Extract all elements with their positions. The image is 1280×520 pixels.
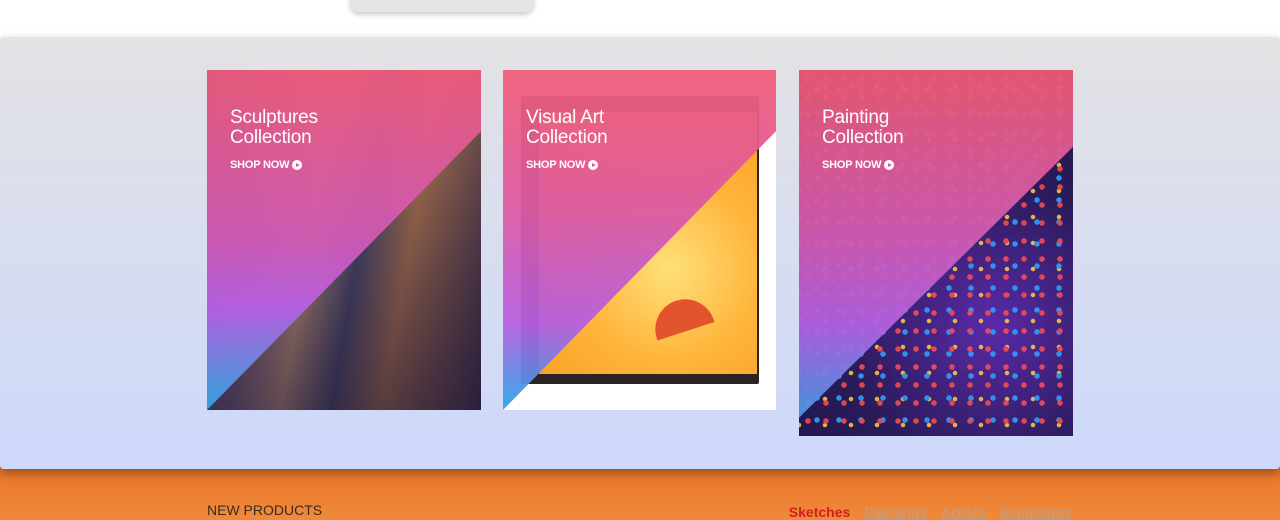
arrow-circle-right-icon (884, 160, 895, 170)
shop-now-link[interactable]: SHOP NOW (230, 159, 303, 171)
filter-tab-sketches[interactable]: Sketches (789, 504, 850, 520)
top-tab (351, 0, 533, 12)
card-text: Visual Art Collection SHOP NOW (526, 107, 608, 173)
new-products-heading: NEW PRODUCTS (207, 502, 323, 518)
arrow-circle-right-icon (292, 160, 303, 170)
card-title-line1: Painting (822, 107, 890, 128)
shop-now-label: SHOP NOW (822, 159, 882, 171)
card-title-line2: Collection (822, 127, 904, 148)
visual-art-collection-card[interactable]: Visual Art Collection SHOP NOW (503, 70, 776, 410)
arrow-circle-right-icon (588, 160, 599, 170)
card-text: Sculptures Collection SHOP NOW (230, 108, 318, 173)
shop-now-link[interactable]: SHOP NOW (822, 159, 895, 171)
card-title-line2: Collection (526, 127, 608, 148)
filter-tab-paintings[interactable]: Paintings (864, 504, 927, 520)
shop-now-link[interactable]: SHOP NOW (526, 159, 599, 171)
shop-now-label: SHOP NOW (230, 159, 290, 171)
painting-collection-card[interactable]: Painting Collection SHOP NOW (799, 70, 1073, 436)
top-strip (0, 0, 1280, 38)
sculptures-collection-card[interactable]: Sculptures Collection SHOP NOW (207, 70, 481, 410)
filter-tab-sculptures[interactable]: Sculptures (1000, 504, 1072, 520)
card-title-line2: Collection (230, 127, 312, 148)
card-title-line1: Visual Art (526, 107, 604, 128)
filter-tab-artists[interactable]: Artists (941, 504, 985, 520)
card-text: Painting Collection SHOP NOW (822, 107, 904, 173)
card-title-line1: Sculptures (230, 107, 318, 128)
shop-now-label: SHOP NOW (526, 159, 586, 171)
product-filter-tabs: Sketches Paintings Artists Sculptures (789, 504, 1072, 520)
